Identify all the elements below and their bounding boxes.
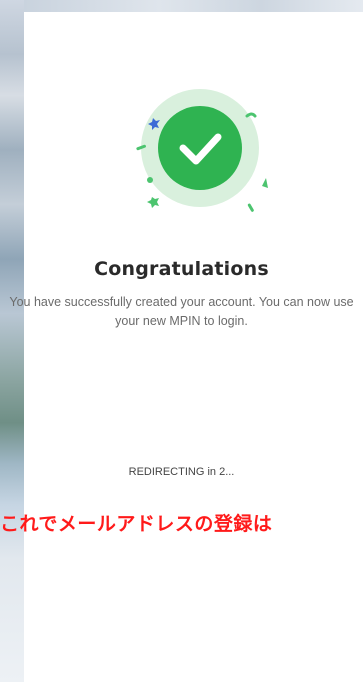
success-message: You have successfully created your accou… xyxy=(9,295,354,328)
confetti-star-icon xyxy=(147,197,159,208)
confetti-bar-icon xyxy=(247,203,254,212)
confetti-triangle-icon xyxy=(262,178,268,188)
redirect-countdown: REDIRECTING in 2... xyxy=(128,466,235,478)
confetti-curl-icon xyxy=(245,112,257,118)
success-illustration xyxy=(136,89,268,212)
overlay-caption: これでメールアドレスの登録は xyxy=(0,513,273,535)
confetti-dot-icon xyxy=(147,177,153,183)
congrats-title: Congratulations xyxy=(94,258,269,280)
check-circle xyxy=(158,106,242,190)
